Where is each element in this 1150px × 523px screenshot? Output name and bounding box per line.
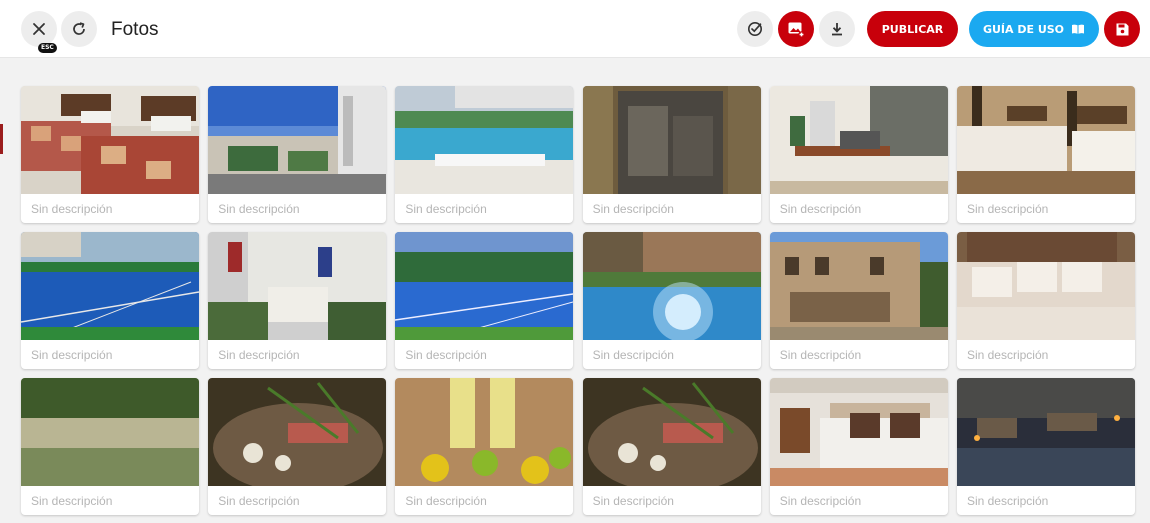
verify-button[interactable]: [737, 11, 773, 47]
download-icon: [832, 23, 842, 36]
photo-caption: Sin descripción: [31, 202, 113, 216]
photo-thumbnail[interactable]: [208, 232, 387, 340]
photo-card[interactable]: Sin descripción: [208, 86, 387, 223]
book-icon: [1072, 24, 1085, 34]
photo-thumbnail[interactable]: [208, 378, 387, 486]
photo-thumbnail[interactable]: [956, 378, 1135, 486]
photo-caption: Sin descripción: [966, 494, 1049, 508]
close-button[interactable]: ESC: [21, 11, 57, 53]
photo-thumbnail[interactable]: [769, 378, 948, 486]
photo-caption: Sin descripción: [966, 202, 1049, 216]
photo-thumbnail[interactable]: [582, 86, 761, 194]
photo-thumbnail[interactable]: [21, 86, 199, 194]
photo-card[interactable]: Sin descripción: [395, 232, 574, 369]
refresh-button[interactable]: [61, 11, 97, 47]
photo-card[interactable]: Sin descripción: [769, 86, 948, 223]
photo-caption: Sin descripción: [779, 348, 862, 362]
photo-thumbnail[interactable]: [582, 232, 761, 340]
photo-thumbnail[interactable]: [769, 232, 948, 340]
photo-card[interactable]: Sin descripción: [582, 378, 761, 515]
photo-card[interactable]: Sin descripción: [208, 232, 387, 369]
photo-card[interactable]: Sin descripción: [582, 232, 761, 369]
page-title: Fotos: [111, 19, 159, 40]
photo-thumbnail[interactable]: [769, 86, 948, 194]
esc-badge: ESC: [38, 43, 57, 53]
photo-thumbnail[interactable]: [956, 86, 1135, 194]
photo-thumbnail[interactable]: [208, 86, 387, 194]
side-indicator: [0, 124, 3, 154]
photo-card[interactable]: Sin descripción: [208, 378, 387, 515]
photo-caption: Sin descripción: [405, 202, 487, 216]
photo-thumbnail[interactable]: [395, 232, 574, 340]
photo-card[interactable]: Sin descripción: [769, 378, 948, 515]
close-icon: [33, 23, 45, 35]
photo-caption: Sin descripción: [405, 348, 487, 362]
photo-caption: Sin descripción: [31, 348, 113, 362]
photo-card[interactable]: Sin descripción: [21, 86, 199, 223]
photo-thumbnail[interactable]: [395, 378, 574, 486]
photo-card[interactable]: Sin descripción: [956, 232, 1135, 369]
add-image-button[interactable]: [778, 11, 814, 47]
photo-card[interactable]: Sin descripción: [956, 378, 1135, 515]
photo-grid: Sin descripción Sin descripción Sin desc…: [21, 86, 1135, 515]
photo-card[interactable]: Sin descripción: [582, 86, 761, 223]
publish-label: PUBLICAR: [881, 22, 944, 36]
photo-caption: Sin descripción: [592, 494, 674, 508]
check-badge-icon: [748, 22, 762, 36]
photo-thumbnail[interactable]: [582, 378, 761, 486]
photo-card[interactable]: Sin descripción: [956, 86, 1135, 223]
photo-caption: Sin descripción: [218, 348, 300, 362]
photo-card[interactable]: Sin descripción: [769, 232, 948, 369]
refresh-icon: [73, 22, 85, 35]
guide-label: GUÍA DE USO: [982, 22, 1065, 36]
photo-card[interactable]: Sin descripción: [395, 378, 574, 515]
photo-card[interactable]: Sin descripción: [395, 86, 574, 223]
photo-caption: Sin descripción: [779, 494, 862, 508]
photo-caption: Sin descripción: [405, 494, 487, 508]
save-icon: [1116, 23, 1128, 35]
photo-caption: Sin descripción: [592, 202, 674, 216]
photo-thumbnail[interactable]: [956, 232, 1135, 340]
photo-thumbnail[interactable]: [21, 378, 199, 486]
photo-caption: Sin descripción: [779, 202, 862, 216]
photo-caption: Sin descripción: [218, 202, 300, 216]
add-image-icon: [788, 22, 805, 38]
photo-card[interactable]: Sin descripción: [21, 378, 199, 515]
save-button[interactable]: [1104, 11, 1140, 47]
photo-caption: Sin descripción: [31, 494, 113, 508]
photo-card[interactable]: Sin descripción: [21, 232, 199, 369]
photo-caption: Sin descripción: [592, 348, 674, 362]
top-bar: ESC Fotos PUBLICAR GUÍA DE USO: [0, 0, 1150, 58]
photo-caption: Sin descripción: [218, 494, 300, 508]
photo-thumbnail[interactable]: [395, 86, 574, 194]
download-button[interactable]: [819, 11, 855, 47]
guide-button[interactable]: GUÍA DE USO: [969, 11, 1099, 47]
photo-thumbnail[interactable]: [21, 232, 199, 340]
publish-button[interactable]: PUBLICAR: [867, 11, 958, 47]
photo-caption: Sin descripción: [966, 348, 1049, 362]
